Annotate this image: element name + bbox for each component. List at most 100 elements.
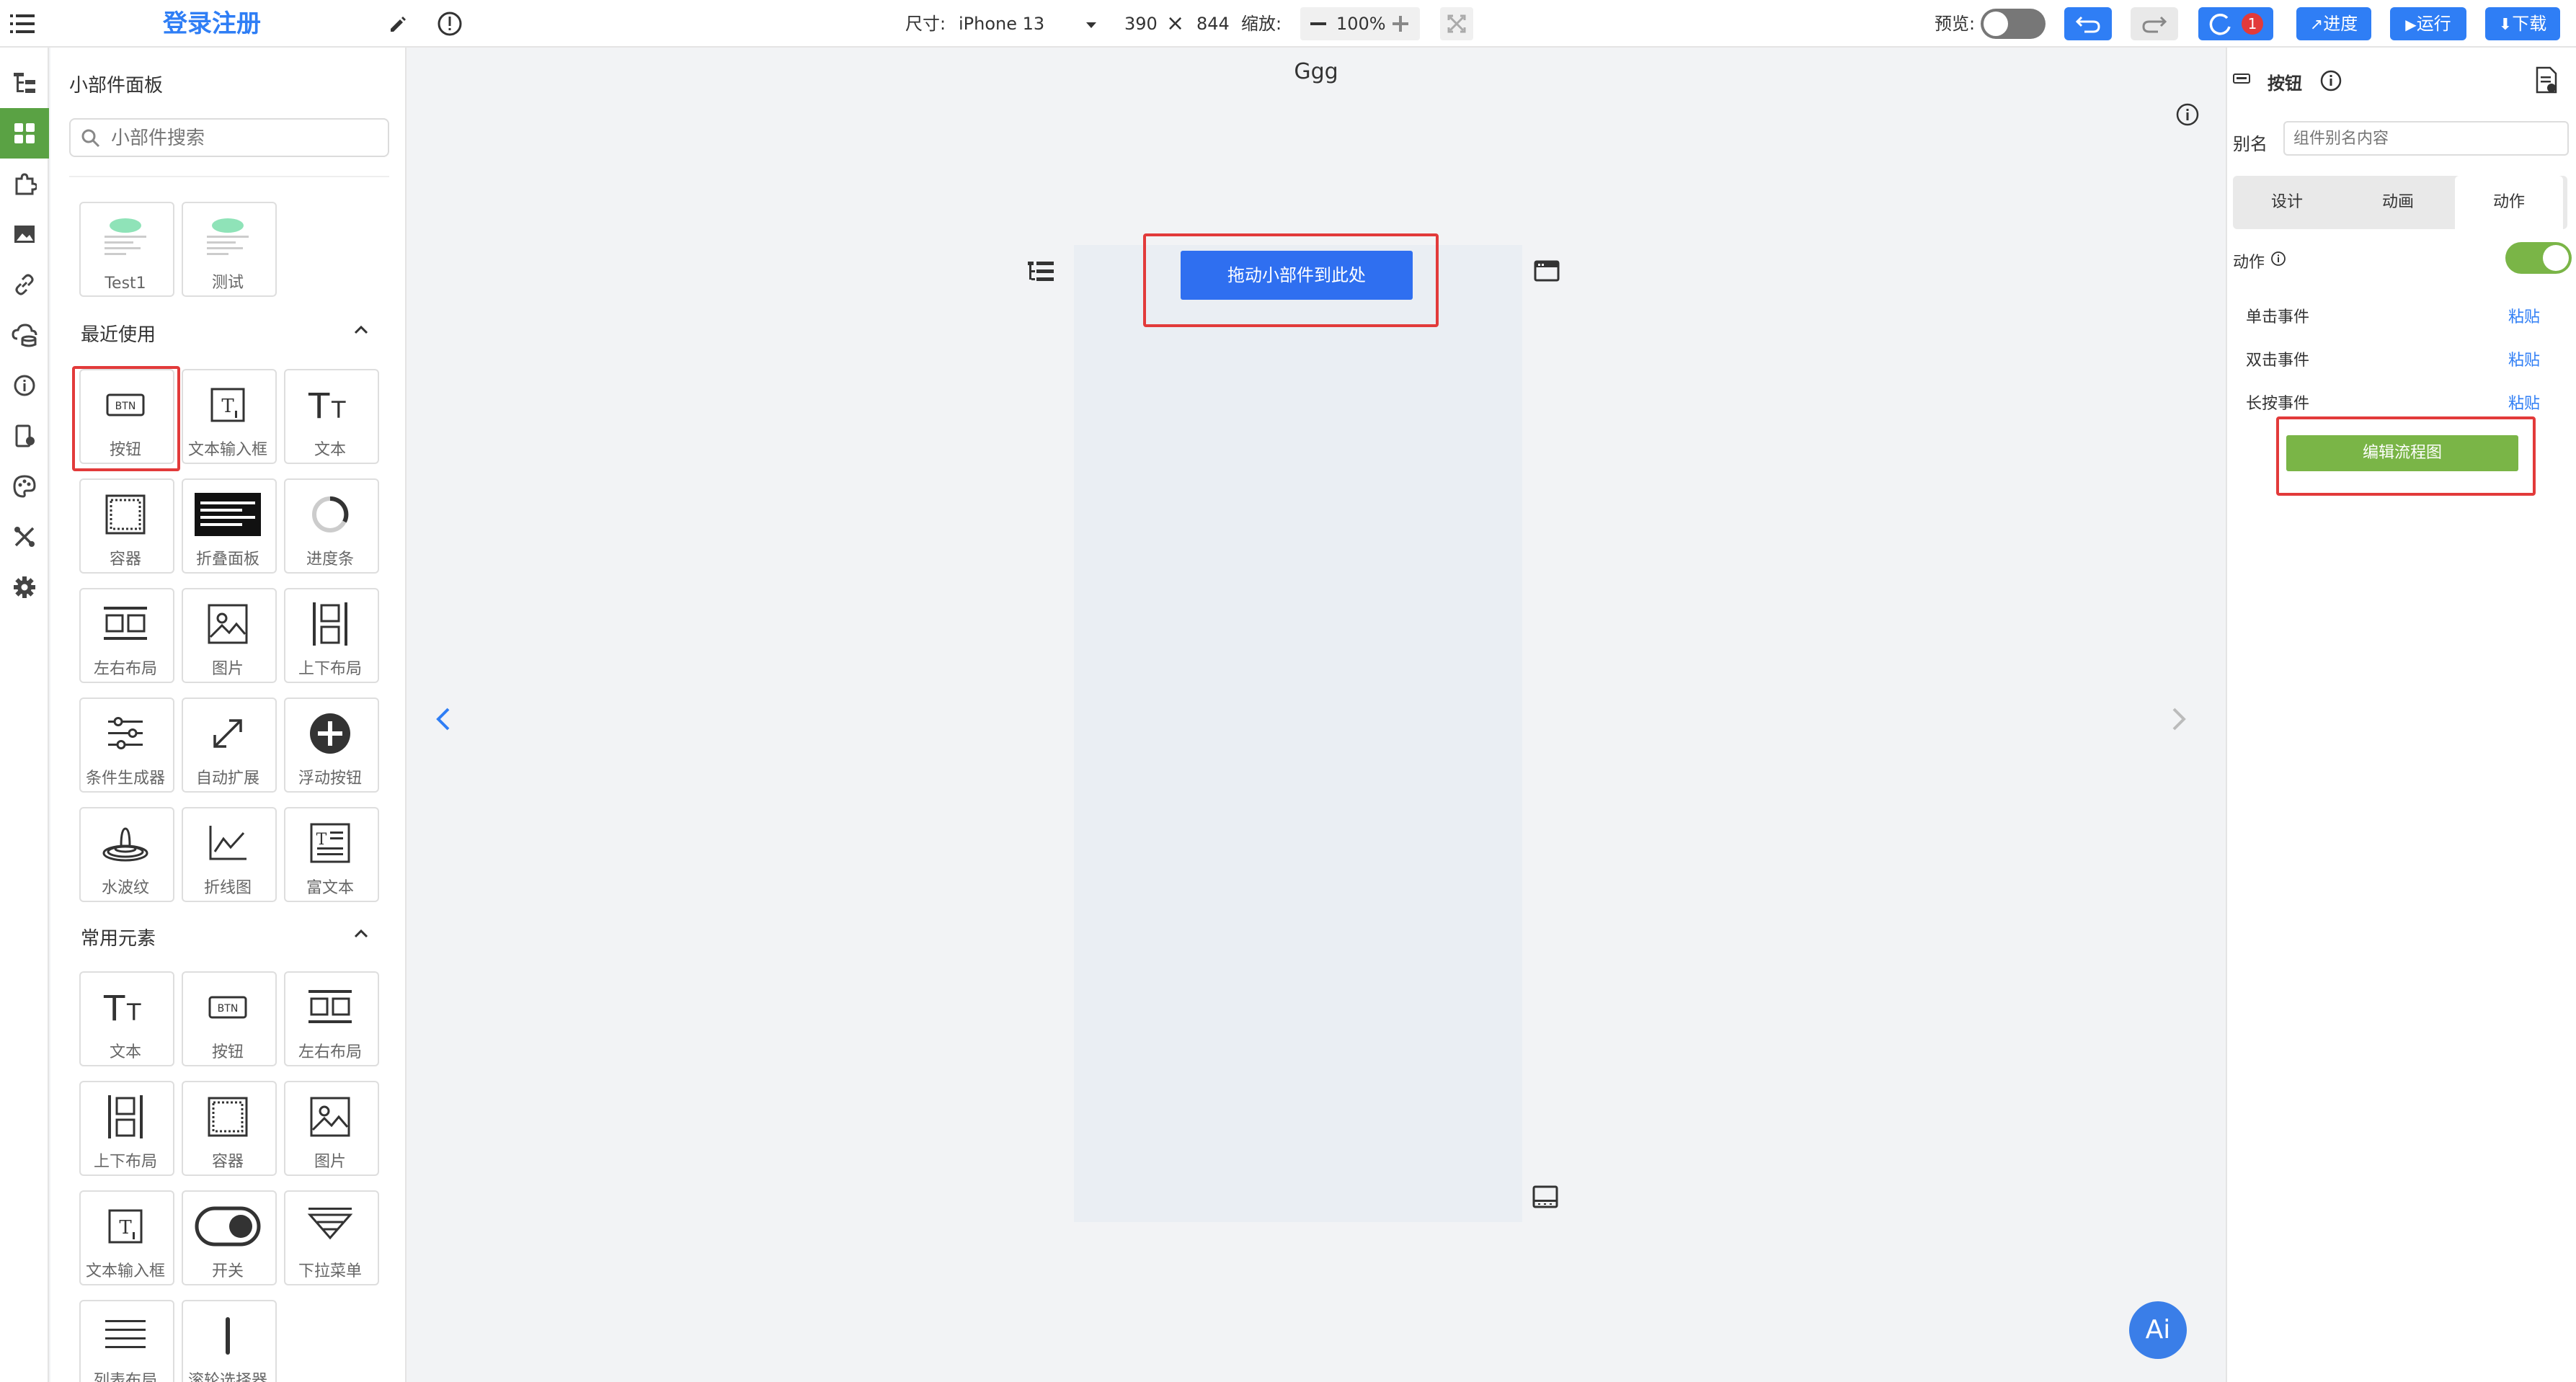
widget-tile[interactable]: 图片 xyxy=(182,588,277,683)
widget-tile[interactable]: T 文本输入框 xyxy=(182,369,277,464)
row-layout-icon xyxy=(81,598,170,650)
download-icon: ⬇ xyxy=(2498,16,2513,34)
preview-toggle[interactable] xyxy=(1981,9,2046,39)
edit-title-icon[interactable] xyxy=(388,14,407,33)
bottom-bar-toggle-icon[interactable] xyxy=(1532,1185,1558,1209)
widget-tile[interactable]: 开关 xyxy=(182,1190,277,1285)
rich-text-icon: T xyxy=(285,817,375,869)
fullscreen-icon[interactable] xyxy=(1440,7,1473,40)
event-paste-double-tap[interactable]: 粘贴 xyxy=(2508,347,2540,370)
expand-icon xyxy=(183,708,272,759)
widget-tile[interactable]: 下拉菜单 xyxy=(284,1190,379,1285)
phone-screen[interactable] xyxy=(1074,245,1522,1222)
zoom-in-icon[interactable] xyxy=(1391,14,1410,33)
tab-action[interactable]: 动作 xyxy=(2455,176,2563,229)
widget-tile[interactable]: 容器 xyxy=(182,1081,277,1176)
height-value[interactable]: 844 xyxy=(1196,0,1230,48)
plugin-icon[interactable] xyxy=(0,159,49,209)
ai-assistant-button[interactable]: Ai xyxy=(2129,1301,2187,1359)
widget-tile[interactable]: BTN 按钮 xyxy=(182,971,277,1066)
drop-target-button[interactable]: 拖动小部件到此处 xyxy=(1181,251,1413,300)
widget-tile[interactable]: T 文本输入框 xyxy=(79,1190,174,1285)
alias-input[interactable] xyxy=(2283,121,2569,156)
text-input-icon: T xyxy=(81,1200,170,1252)
event-paste-tap[interactable]: 粘贴 xyxy=(2508,304,2540,327)
component-info-icon[interactable] xyxy=(2319,69,2342,92)
image-library-icon[interactable] xyxy=(0,209,49,259)
widget-label: 文本输入框 xyxy=(187,441,267,459)
widget-tile[interactable]: 容器 xyxy=(79,478,174,574)
widgets-icon[interactable] xyxy=(0,108,49,159)
canvas-info-icon[interactable] xyxy=(2175,102,2200,127)
image-icon xyxy=(183,598,272,650)
chevron-down-icon[interactable] xyxy=(1085,19,1097,28)
widget-search-input[interactable] xyxy=(110,124,379,153)
zoom-value[interactable]: 100% xyxy=(1336,7,1386,40)
gear-icon[interactable] xyxy=(0,562,49,612)
widget-search-box[interactable] xyxy=(69,118,389,157)
template-label: 测试 xyxy=(211,274,244,292)
download-button[interactable]: ⬇下载 xyxy=(2485,7,2560,40)
dimension-x-icon: × xyxy=(1166,11,1185,36)
about-icon[interactable] xyxy=(0,360,49,411)
widget-tile[interactable]: 折线图 xyxy=(182,807,277,902)
play-icon: ▶ xyxy=(2405,16,2417,33)
prev-page-icon[interactable] xyxy=(434,705,453,734)
edit-flow-button[interactable]: 编辑流程图 xyxy=(2286,435,2518,471)
widget-tile[interactable]: 上下布局 xyxy=(284,588,379,683)
widget-tile[interactable]: 左右布局 xyxy=(284,971,379,1066)
widget-tile[interactable]: 滚轮选择器 xyxy=(182,1300,277,1382)
undo-button[interactable] xyxy=(2064,7,2112,40)
run-button[interactable]: ▶运行 xyxy=(2390,7,2466,40)
widget-label: 图片 xyxy=(211,660,244,678)
action-toggle[interactable] xyxy=(2505,242,2572,274)
collapse-recent-icon[interactable] xyxy=(353,324,369,336)
widget-tile[interactable]: T T 文本 xyxy=(79,971,174,1066)
device-settings-icon[interactable] xyxy=(0,411,49,461)
widget-tile[interactable]: T T 文本 xyxy=(284,369,379,464)
action-info-icon[interactable] xyxy=(2270,251,2286,267)
redo-button[interactable] xyxy=(2131,7,2178,40)
tab-design[interactable]: 设计 xyxy=(2233,176,2341,229)
widget-tile[interactable]: 水波纹 xyxy=(79,807,174,902)
next-page-icon[interactable] xyxy=(2169,705,2188,734)
zoom-out-icon[interactable] xyxy=(1310,22,1326,25)
theme-icon[interactable] xyxy=(0,461,49,512)
app-bar-toggle-icon[interactable] xyxy=(1534,259,1560,282)
link-icon[interactable] xyxy=(0,259,49,310)
widget-tile[interactable]: 折叠面板 xyxy=(182,478,277,574)
cloud-data-icon[interactable] xyxy=(0,310,49,360)
highlight-button-widget xyxy=(72,366,180,471)
action-toggle-knob xyxy=(2543,245,2569,271)
device-select[interactable]: iPhone 13 xyxy=(959,0,1044,48)
widget-tile[interactable]: 自动扩展 xyxy=(182,697,277,793)
download-button-label: 下载 xyxy=(2512,14,2547,34)
widget-tile[interactable]: T 富文本 xyxy=(284,807,379,902)
tree-icon[interactable] xyxy=(0,58,49,108)
widget-tile[interactable]: 条件生成器 xyxy=(79,697,174,793)
template-tile[interactable]: Test1 xyxy=(79,202,174,297)
template-tile[interactable]: 测试 xyxy=(182,202,277,297)
progress-button[interactable]: ↗进度 xyxy=(2296,7,2371,40)
width-value[interactable]: 390 xyxy=(1124,0,1158,48)
widget-tile[interactable]: 图片 xyxy=(284,1081,379,1176)
outline-toggle-icon[interactable] xyxy=(1026,259,1055,284)
widget-tile[interactable]: 浮动按钮 xyxy=(284,697,379,793)
widget-tile[interactable]: 左右布局 xyxy=(79,588,174,683)
widget-tile[interactable]: 进度条 xyxy=(284,478,379,574)
collapse-common-icon[interactable] xyxy=(353,928,369,940)
component-doc-icon[interactable] xyxy=(2534,66,2559,95)
widget-label: 左右布局 xyxy=(298,1043,362,1061)
info-icon[interactable] xyxy=(437,11,463,37)
tab-animation[interactable]: 动画 xyxy=(2344,176,2452,229)
inspector-tabs: 设计 动画 动作 xyxy=(2233,176,2567,229)
tools-icon[interactable] xyxy=(0,512,49,562)
widget-tile[interactable]: 上下布局 xyxy=(79,1081,174,1176)
event-label-long-press: 长按事件 xyxy=(2246,395,2310,413)
menu-icon[interactable] xyxy=(10,12,35,35)
event-paste-long-press[interactable]: 粘贴 xyxy=(2508,391,2540,414)
sync-button[interactable]: 1 xyxy=(2198,7,2273,40)
container-icon xyxy=(81,489,170,540)
zoom-control: 100% xyxy=(1300,7,1420,40)
widget-tile[interactable]: 列表布局 xyxy=(79,1300,174,1382)
